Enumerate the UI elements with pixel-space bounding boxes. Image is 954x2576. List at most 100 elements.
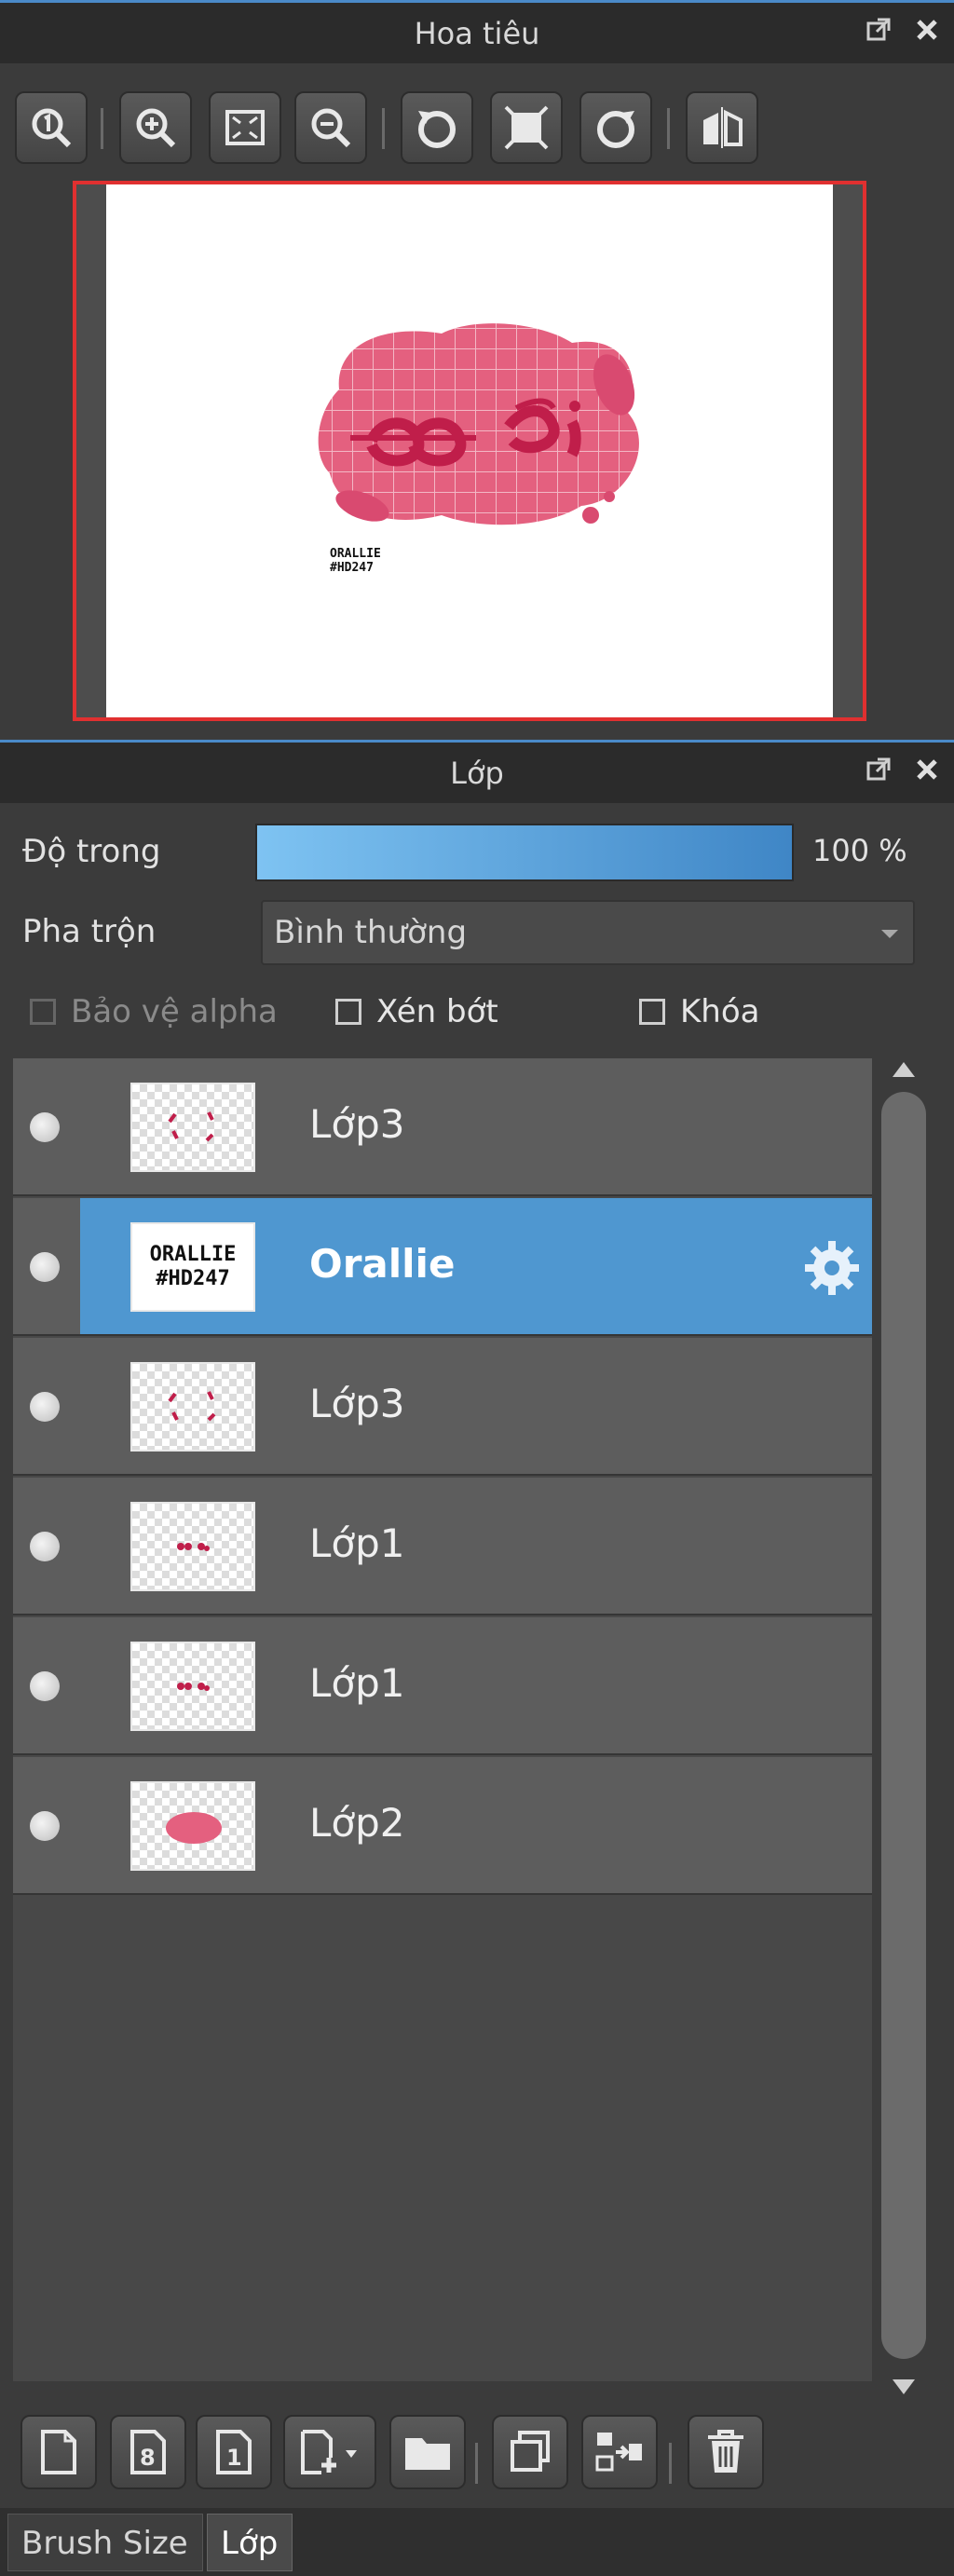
opacity-slider[interactable] (255, 824, 794, 881)
layer-row-active[interactable]: ORALLIE #HD247 Orallie (13, 1198, 872, 1336)
layer-thumbnail (130, 1642, 255, 1731)
viewport-frame[interactable]: ORALLIE #HD247 (73, 181, 866, 721)
duplicate-layer-button[interactable] (492, 2415, 568, 2489)
visibility-toggle[interactable] (30, 1252, 60, 1282)
checkbox-box (639, 999, 665, 1025)
navigator-toolbar (0, 82, 954, 175)
zoom-actual-icon (32, 108, 72, 148)
add-layer-icon (301, 2430, 357, 2474)
layer-thumbnail (130, 1781, 255, 1871)
layer-row[interactable]: Lớp1 (13, 1478, 872, 1615)
checkbox-box (30, 999, 56, 1025)
close-icon[interactable] (913, 756, 941, 784)
bottom-tabs: Brush Size Lớp (0, 2508, 954, 2576)
layer-name: Orallie (309, 1241, 456, 1287)
lock-label: Khóa (680, 993, 760, 1030)
layer-name: Lớp3 (309, 1101, 405, 1147)
reset-view-button[interactable] (490, 91, 563, 164)
visibility-toggle[interactable] (30, 1811, 60, 1841)
canvas-preview: ORALLIE #HD247 (106, 184, 833, 717)
layer-thumbnail (130, 1362, 255, 1452)
popout-icon[interactable] (865, 16, 893, 44)
1bit-layer-icon: 1 (216, 2430, 252, 2474)
visibility-toggle[interactable] (30, 1112, 60, 1142)
layers-title: Lớp (450, 755, 504, 791)
toolbar-separator (101, 108, 103, 149)
layer-list[interactable]: Lớp3 ORALLIE #HD247 Orallie Lớp3 Lớp1 Lớ… (13, 1058, 872, 2381)
fit-screen-button[interactable] (209, 91, 281, 164)
scroll-up-icon[interactable] (893, 1062, 915, 1077)
protect-alpha-label: Bảo vệ alpha (71, 993, 278, 1030)
new-layer-button[interactable] (20, 2415, 97, 2489)
rotate-right-button[interactable] (579, 91, 652, 164)
layer-row[interactable]: Lớp3 (13, 1058, 872, 1196)
zoom-in-icon (136, 108, 176, 148)
layer-thumbnail: ORALLIE #HD247 (130, 1222, 255, 1312)
thumb-text-top: ORALLIE (149, 1243, 237, 1266)
delete-layer-button[interactable] (688, 2415, 764, 2489)
visibility-toggle[interactable] (30, 1671, 60, 1701)
flip-horizontal-button[interactable] (686, 91, 758, 164)
visibility-toggle[interactable] (30, 1392, 60, 1422)
navigator-title: Hoa tiêu (414, 15, 540, 51)
merge-icon (595, 2433, 642, 2472)
tab-brush-size[interactable]: Brush Size (7, 2514, 203, 2571)
reset-view-icon (504, 105, 549, 150)
new-8bit-layer-button[interactable]: 8 (110, 2415, 186, 2489)
rotate-left-icon (418, 111, 456, 148)
fit-screen-icon (225, 110, 265, 145)
navigator-preview-area[interactable]: ORALLIE #HD247 (0, 179, 954, 727)
lock-checkbox[interactable]: Khóa (639, 993, 759, 1030)
layer-options-row: Bảo vệ alpha Xén bớt Khóa (0, 984, 954, 1049)
flip-horizontal-icon (703, 107, 743, 148)
popout-icon[interactable] (865, 756, 893, 784)
zoom-actual-button[interactable] (15, 91, 88, 164)
blend-mode-value: Bình thường (274, 914, 468, 951)
canvas-brand-bottom: #HD247 (330, 561, 374, 575)
thumb-text-bottom: #HD247 (156, 1267, 230, 1290)
layer-row[interactable]: Lớp2 (13, 1757, 872, 1895)
layer-row[interactable]: Lớp1 (13, 1617, 872, 1755)
layer-list-scrollbar[interactable] (876, 1058, 932, 2400)
rotate-left-button[interactable] (401, 91, 473, 164)
clipping-label: Xén bớt (376, 993, 498, 1030)
zoom-out-button[interactable] (294, 91, 367, 164)
zoom-out-icon (311, 108, 351, 148)
new-1bit-layer-button[interactable]: 1 (196, 2415, 272, 2489)
layer-name: Lớp1 (309, 1520, 405, 1566)
opacity-value: 100 % (812, 833, 907, 868)
layers-toolbar: 8 1 (0, 2404, 954, 2504)
scroll-down-icon[interactable] (893, 2379, 915, 2394)
trash-icon (708, 2430, 743, 2473)
zoom-in-button[interactable] (119, 91, 192, 164)
protect-alpha-checkbox[interactable]: Bảo vệ alpha (30, 993, 278, 1030)
opacity-row: Độ trong 100 % (0, 816, 954, 891)
clipping-checkbox[interactable]: Xén bớt (335, 993, 498, 1030)
layer-name: Lớp1 (309, 1660, 405, 1706)
close-icon[interactable] (913, 16, 941, 44)
scroll-thumb[interactable] (881, 1092, 926, 2359)
toolbar-separator (669, 2443, 672, 2484)
layer-name: Lớp2 (309, 1800, 405, 1846)
folder-icon (405, 2438, 450, 2470)
layers-panel-header: Lớp (0, 740, 954, 803)
gear-icon[interactable] (801, 1237, 863, 1299)
8bit-layer-icon: 8 (130, 2430, 166, 2474)
toolbar-separator (667, 108, 670, 149)
checkbox-box (335, 999, 361, 1025)
opacity-label: Độ trong (22, 833, 161, 870)
tab-layer[interactable]: Lớp (207, 2514, 293, 2571)
blend-mode-select[interactable]: Bình thường (261, 900, 915, 965)
add-layer-menu-button[interactable] (283, 2415, 376, 2489)
rotate-right-icon (597, 111, 634, 148)
chevron-down-icon (881, 930, 898, 938)
new-folder-button[interactable] (389, 2415, 466, 2489)
svg-text:1: 1 (226, 2445, 242, 2471)
merge-down-button[interactable] (581, 2415, 658, 2489)
visibility-toggle[interactable] (30, 1532, 60, 1561)
svg-text:8: 8 (140, 2445, 156, 2471)
layer-name: Lớp3 (309, 1381, 405, 1426)
artwork-preview: ORALLIE #HD247 (318, 323, 639, 575)
layer-row[interactable]: Lớp3 (13, 1338, 872, 1476)
blend-label: Pha trộn (22, 913, 157, 950)
